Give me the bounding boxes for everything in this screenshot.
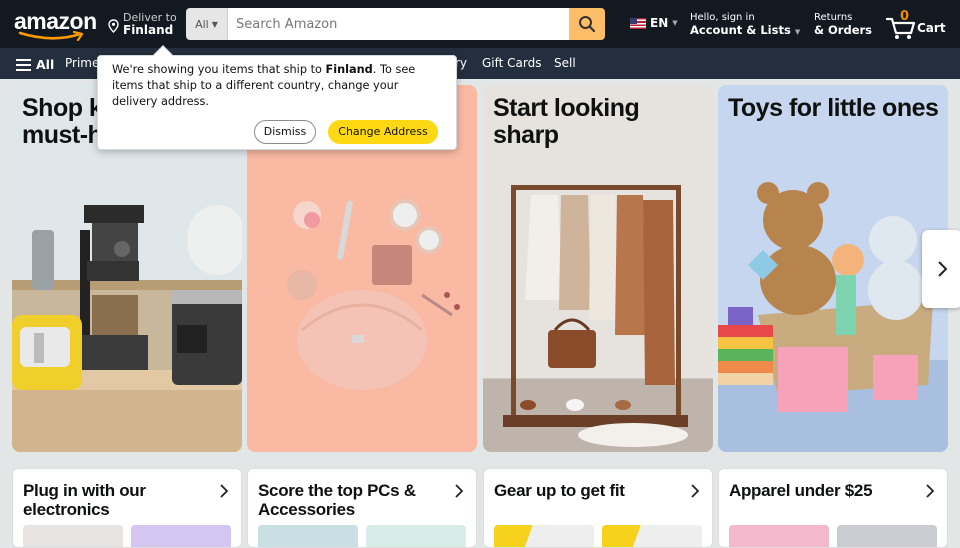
nav-item-gift-cards[interactable]: Gift Cards: [482, 56, 542, 70]
chevron-right-icon: [455, 484, 464, 498]
tile-thumbnail[interactable]: [602, 525, 702, 547]
popover-message: We're showing you items that ship to Fin…: [112, 63, 416, 108]
cart-button[interactable]: 0 Cart: [886, 8, 950, 42]
tile-thumbnail[interactable]: [366, 525, 466, 547]
tile-thumbnail[interactable]: [23, 525, 123, 547]
delivery-popover: We're showing you items that ship to Fin…: [97, 45, 457, 150]
smile-arrow-icon: [18, 31, 84, 41]
top-header: amazon Deliver to Finland All ▼ EN ▼: [0, 0, 960, 48]
hamburger-icon: [16, 58, 31, 71]
tile-title: Apparel under $25: [729, 481, 873, 500]
deliver-to[interactable]: Deliver to Finland: [108, 11, 180, 39]
card-title: Start looking sharp: [493, 94, 640, 149]
carousel-next-button[interactable]: [922, 230, 960, 308]
search-input[interactable]: [228, 8, 569, 40]
dismiss-button[interactable]: Dismiss: [254, 120, 316, 144]
language-selector[interactable]: EN ▼: [630, 16, 678, 30]
nav-item-prime[interactable]: Prime: [65, 56, 99, 70]
tile-title: Gear up to get fit: [494, 481, 625, 500]
search-icon: [579, 16, 596, 33]
account-lists[interactable]: Hello, sign in Account & Lists ▼: [690, 12, 800, 37]
card-fashion[interactable]: Start looking sharp: [483, 85, 713, 452]
caret-down-icon: ▼: [794, 28, 801, 36]
chevron-right-icon: [938, 261, 948, 277]
cart-icon: [886, 17, 916, 39]
returns-orders[interactable]: Returns & Orders: [814, 12, 872, 37]
deliver-country: Finland: [123, 23, 174, 37]
amazon-logo[interactable]: amazon: [12, 8, 97, 41]
tile-thumbnail[interactable]: [258, 525, 358, 547]
tile-pcs[interactable]: Score the top PCs & Accessories: [247, 468, 477, 548]
change-address-button[interactable]: Change Address: [328, 120, 438, 144]
tile-thumbnail[interactable]: [494, 525, 594, 547]
tile-title: Score the top PCs & Accessories: [258, 481, 416, 519]
us-flag-icon: [630, 17, 646, 29]
tile-electronics[interactable]: Plug in with our electronics: [12, 468, 242, 548]
nav-item-sell[interactable]: Sell: [554, 56, 576, 70]
all-menu-button[interactable]: All: [16, 57, 54, 72]
tile-thumbnail[interactable]: [837, 525, 937, 547]
toys-basket-image: [718, 182, 933, 412]
tile-title: Plug in with our electronics: [23, 481, 146, 519]
chevron-right-icon: [926, 484, 935, 498]
tile-thumbnail[interactable]: [729, 525, 829, 547]
card-toys[interactable]: Toys for little ones: [718, 85, 948, 452]
card-title: Toys for little ones: [728, 94, 939, 122]
caret-down-icon: ▼: [211, 19, 218, 29]
tile-thumbnail[interactable]: [131, 525, 231, 547]
search-button[interactable]: [569, 8, 605, 40]
tile-fitness[interactable]: Gear up to get fit: [483, 468, 713, 548]
tile-apparel[interactable]: Apparel under $25: [718, 468, 948, 548]
caret-down-icon: ▼: [672, 19, 678, 27]
chevron-right-icon: [691, 484, 700, 498]
search-category-dropdown[interactable]: All ▼: [186, 8, 228, 40]
chevron-right-icon: [220, 484, 229, 498]
search-bar: All ▼: [186, 8, 605, 40]
location-pin-icon: [108, 19, 119, 33]
